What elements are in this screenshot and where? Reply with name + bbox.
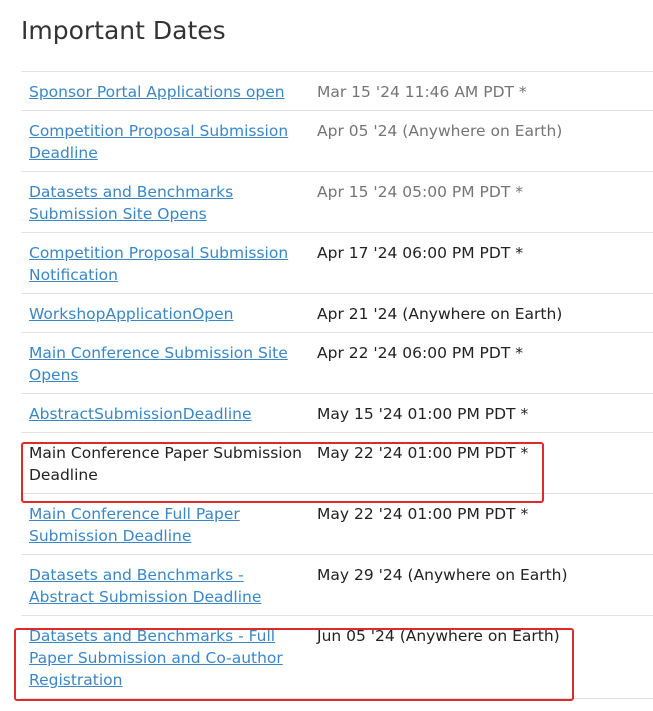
page-title: Important Dates: [21, 16, 226, 45]
event-date: Apr 15 '24 05:00 PM PDT *: [317, 183, 523, 201]
important-dates-page: Important Dates Sponsor Portal Applicati…: [0, 0, 653, 711]
event-link[interactable]: AbstractSubmissionDeadline: [29, 405, 252, 423]
table-row: Competition Proposal Submission Deadline…: [21, 111, 653, 172]
table-row: Main Conference Paper Submission Deadlin…: [21, 433, 653, 494]
dates-table: Sponsor Portal Applications open Mar 15 …: [21, 71, 653, 699]
event-name: Main Conference Paper Submission Deadlin…: [29, 444, 302, 484]
event-date: May 29 '24 (Anywhere on Earth): [317, 566, 568, 584]
table-row: Competition Proposal Submission Notifica…: [21, 233, 653, 294]
event-date: Apr 21 '24 (Anywhere on Earth): [317, 305, 563, 323]
table-row: Main Conference Submission Site Opens Ap…: [21, 333, 653, 394]
event-date: Mar 15 '24 11:46 AM PDT *: [317, 83, 527, 101]
event-link[interactable]: Datasets and Benchmarks - Full Paper Sub…: [29, 627, 283, 689]
table-row: Main Conference Full Paper Submission De…: [21, 494, 653, 555]
event-link[interactable]: Datasets and Benchmarks Submission Site …: [29, 183, 233, 223]
event-link[interactable]: Main Conference Full Paper Submission De…: [29, 505, 240, 545]
table-row: WorkshopApplicationOpen Apr 21 '24 (Anyw…: [21, 294, 653, 333]
event-date: Apr 22 '24 06:00 PM PDT *: [317, 344, 523, 362]
table-row: Sponsor Portal Applications open Mar 15 …: [21, 71, 653, 111]
event-link[interactable]: Main Conference Submission Site Opens: [29, 344, 288, 384]
event-date: May 22 '24 01:00 PM PDT *: [317, 505, 529, 523]
event-date: May 15 '24 01:00 PM PDT *: [317, 405, 529, 423]
table-row: Datasets and Benchmarks - Abstract Submi…: [21, 555, 653, 616]
table-row: AbstractSubmissionDeadline May 15 '24 01…: [21, 394, 653, 433]
table-row: Datasets and Benchmarks - Full Paper Sub…: [21, 616, 653, 699]
event-date: Apr 17 '24 06:00 PM PDT *: [317, 244, 523, 262]
event-link[interactable]: Sponsor Portal Applications open: [29, 83, 285, 101]
event-link[interactable]: WorkshopApplicationOpen: [29, 305, 233, 323]
event-link[interactable]: Competition Proposal Submission Deadline: [29, 122, 288, 162]
event-date: May 22 '24 01:00 PM PDT *: [317, 444, 529, 462]
event-date: Apr 05 '24 (Anywhere on Earth): [317, 122, 563, 140]
table-row: Datasets and Benchmarks Submission Site …: [21, 172, 653, 233]
event-link[interactable]: Competition Proposal Submission Notifica…: [29, 244, 288, 284]
event-date: Jun 05 '24 (Anywhere on Earth): [317, 627, 560, 645]
event-link[interactable]: Datasets and Benchmarks - Abstract Submi…: [29, 566, 261, 606]
